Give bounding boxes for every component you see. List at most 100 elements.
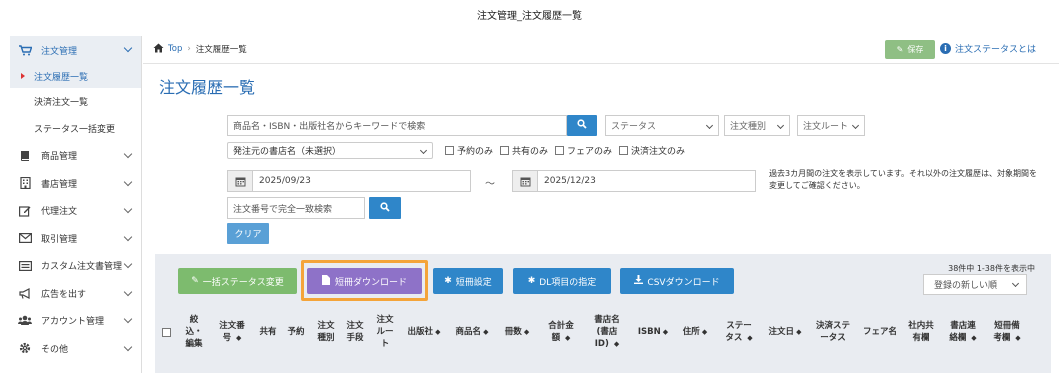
col-order-date[interactable]: 注文日 ◆ — [763, 310, 807, 354]
calendar-icon — [228, 171, 253, 191]
gear-icon: ✱ — [444, 276, 452, 286]
sidebar-sub-order-history[interactable]: 注文履歴一覧 — [10, 64, 141, 88]
csv-download-button[interactable]: CSVダウンロード — [620, 268, 734, 294]
sidebar-sub-bulk-status[interactable]: ステータス一括変更 — [10, 115, 141, 142]
sort-select[interactable]: 登録の新しい順 — [923, 274, 1027, 295]
chevron-down-icon — [419, 146, 428, 155]
store-select-value: 発注元の書店名（未選択） — [233, 147, 342, 157]
clear-button[interactable]: クリア — [227, 223, 269, 244]
chevron-down-icon — [123, 232, 133, 241]
order-route-select[interactable]: 注文ルート — [797, 115, 865, 136]
sort-icon: ◆ — [701, 328, 708, 336]
column-label: ISBN — [637, 327, 661, 337]
payment-only-checkbox[interactable]: 決済注文のみ — [619, 144, 685, 157]
results-panel: ✎ 一括ステータス変更 短冊ダウンロード ✱ 短冊設定 ✱ DL項目の指定 CSVダウ… — [155, 254, 1051, 373]
sidebar-item-label: 代理注文 — [41, 207, 78, 218]
sidebar-item-label: 書店管理 — [41, 179, 78, 190]
sidebar-item-order-management[interactable]: 注文管理 — [10, 36, 141, 64]
file-icon — [321, 274, 330, 288]
chevron-down-icon — [776, 121, 785, 130]
sidebar-item-proxy-order[interactable]: 代理注文 — [10, 197, 141, 225]
info-icon: i — [940, 43, 951, 54]
sidebar-item-label: 商品管理 — [41, 152, 78, 163]
col-product-name[interactable]: 商品名 ◆ — [449, 310, 495, 354]
button-label: CSVダウンロード — [647, 277, 720, 288]
date-from-field[interactable]: 2025/09/23 — [227, 170, 471, 192]
status-select[interactable]: ステータス — [605, 115, 719, 136]
sidebar-item-products[interactable]: 商品管理 — [10, 142, 141, 170]
save-button-label: 保存 — [907, 45, 924, 54]
checkbox-box — [445, 146, 454, 155]
sidebar-sub-payment-orders[interactable]: 決済注文一覧 — [10, 88, 141, 115]
chevron-down-icon — [123, 149, 133, 159]
sort-icon: ◆ — [662, 328, 669, 336]
col-tanzaku-notes: 短冊備 考欄 ◆ — [987, 310, 1027, 354]
checkbox-box — [619, 146, 629, 155]
checkbox-label: 予約のみ — [457, 147, 494, 157]
result-count: 38件中 1-38件を表示中 — [948, 264, 1035, 273]
order-status-help-link[interactable]: i 注文ステータスとは — [940, 42, 1036, 55]
col-quantity[interactable]: 冊数 ◆ — [497, 310, 537, 354]
store-select[interactable]: 発注元の書店名（未選択） — [227, 142, 433, 159]
sidebar-item-transactions[interactable]: 取引管理 — [10, 225, 141, 253]
col-store-contact: 書店連 絡欄 ◆ — [943, 310, 983, 354]
sidebar-item-stores[interactable]: 書店管理 — [10, 170, 141, 198]
date-to-value: 2025/12/23 — [544, 176, 596, 186]
envelope-icon — [18, 232, 32, 244]
bulk-status-change-button[interactable]: ✎ 一括ステータス変更 — [178, 268, 297, 294]
fair-only-checkbox[interactable]: フェアのみ — [555, 144, 612, 157]
checkbox-box — [500, 146, 510, 155]
col-address[interactable]: 住所 ◆ — [675, 310, 715, 354]
select-all-checkbox[interactable] — [159, 310, 173, 354]
col-order-number[interactable]: 注文番号 ◆ — [211, 310, 253, 354]
column-label: 注文 手段 — [346, 321, 364, 343]
checkbox-box — [555, 146, 565, 155]
sort-icon: ◆ — [565, 334, 571, 342]
tanzaku-settings-button[interactable]: ✱ 短冊設定 — [433, 268, 503, 294]
sidebar-item-custom-forms[interactable]: カスタム注文書管理 — [10, 252, 141, 280]
filter-checkboxes: 予約のみ 共有のみ フェアのみ 決済注文のみ — [445, 144, 692, 157]
col-status[interactable]: ステー タス ◆ — [717, 310, 761, 354]
save-button[interactable]: ✎ 保存 — [885, 40, 935, 59]
dl-items-button[interactable]: ✱ DL項目の指定 — [513, 268, 611, 294]
breadcrumb-separator: › — [187, 44, 191, 54]
list-icon — [18, 260, 32, 272]
col-total-amount[interactable]: 合計金額 ◆ — [541, 310, 581, 354]
order-number-input[interactable]: 注文番号で完全一致検索 — [227, 197, 365, 219]
order-number-placeholder: 注文番号で完全一致検索 — [233, 204, 333, 215]
status-select-value: ステータス — [611, 122, 657, 132]
col-isbn[interactable]: ISBN ◆ — [633, 310, 673, 354]
order-number-search-button[interactable] — [369, 197, 401, 219]
calendar-icon — [513, 171, 538, 191]
shared-only-checkbox[interactable]: 共有のみ — [500, 144, 548, 157]
sidebar-item-other[interactable]: その他 — [10, 335, 141, 363]
home-icon — [153, 43, 164, 56]
sidebar-item-accounts[interactable]: アカウント管理 — [10, 307, 141, 335]
keyword-search-button[interactable] — [567, 115, 597, 136]
cart-icon — [18, 44, 32, 56]
order-type-value: 注文種別 — [730, 122, 767, 132]
sidebar: 注文管理 注文履歴一覧 決済注文一覧 ステータス一括変更 商品管理 書店管理 代… — [10, 36, 142, 373]
date-to-field[interactable]: 2025/12/23 — [512, 170, 756, 192]
col-fair-name: フェア名 — [862, 327, 897, 337]
sidebar-item-advertise[interactable]: 広告を出す — [10, 280, 141, 308]
col-payment-status: 決済ステ ータス — [809, 310, 857, 354]
button-label: 短冊設定 — [455, 277, 492, 288]
checkbox-label: 決済注文のみ — [631, 147, 686, 157]
order-route-value: 注文ルート — [803, 122, 849, 132]
chevron-down-icon — [123, 314, 133, 324]
keyword-search-input[interactable]: 商品名・ISBN・出版社名からキーワードで検索 — [227, 115, 567, 136]
breadcrumb-top-link[interactable]: Top — [168, 44, 182, 54]
order-type-select[interactable]: 注文種別 — [724, 115, 790, 136]
column-label: 合計金額 ◆ — [548, 321, 574, 343]
column-label: 住所 — [682, 327, 700, 337]
tanzaku-download-button[interactable]: 短冊ダウンロード — [307, 268, 422, 294]
pencil-icon: ✎ — [896, 45, 904, 54]
col-order-route: 注文 ルート — [372, 310, 398, 354]
download-icon — [634, 275, 644, 287]
edit-icon — [18, 205, 32, 217]
col-store-name[interactable]: 書店名 (書店 ID) ◆ — [585, 310, 629, 354]
building-icon — [18, 177, 32, 190]
reserved-only-checkbox[interactable]: 予約のみ — [445, 144, 493, 157]
col-publisher[interactable]: 出版社 ◆ — [401, 310, 447, 354]
